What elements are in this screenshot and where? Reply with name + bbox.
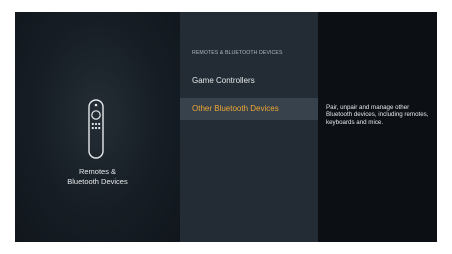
- menu-item-other-bluetooth-devices[interactable]: Other Bluetooth Devices: [180, 98, 318, 120]
- category-label: Remotes & Bluetooth Devices: [15, 167, 180, 187]
- description-panel: Pair, unpair and manage other Bluetooth …: [318, 12, 437, 242]
- description-text: Pair, unpair and manage other Bluetooth …: [326, 104, 429, 126]
- tv-screen: Remotes & Bluetooth Devices REMOTES & BL…: [15, 12, 437, 242]
- menu-item-game-controllers[interactable]: Game Controllers: [180, 70, 318, 92]
- menu-section-header: REMOTES & BLUETOOTH DEVICES: [192, 50, 283, 56]
- remote-control-icon: [88, 99, 104, 159]
- category-label-line2: Bluetooth Devices: [67, 177, 128, 186]
- category-panel: Remotes & Bluetooth Devices: [15, 12, 180, 242]
- settings-menu: REMOTES & BLUETOOTH DEVICES Game Control…: [180, 12, 318, 242]
- category-label-line1: Remotes &: [78, 167, 117, 176]
